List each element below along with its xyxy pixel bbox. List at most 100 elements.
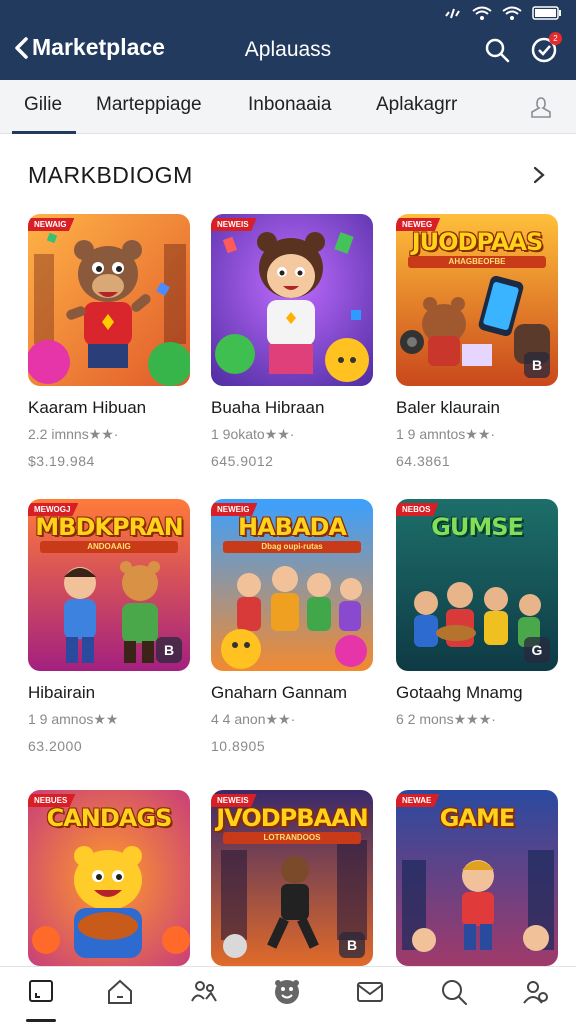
game-card[interactable]: JVODPBAAN LOTRANDOOS NEWEIS B — [211, 790, 373, 966]
game-rating: 4 4 anon★★· — [211, 711, 296, 727]
game-platform-badge: B — [156, 637, 182, 663]
tab-inbonaaia[interactable]: Inbonaaia — [248, 80, 331, 134]
back-button[interactable]: Marketplace — [12, 34, 165, 61]
new-tag: MEWOGJ — [28, 503, 79, 516]
game-card[interactable]: MBDKPRAN ANDOAAIG MEWOGJ B Hibairain 1 9… — [28, 499, 190, 754]
game-card[interactable]: NEWAIG Kaaram Hibuan 2.2 imnns★★· $3.19.… — [28, 214, 190, 469]
page-title: Aplauass — [244, 38, 332, 61]
section-see-all-button[interactable] — [530, 164, 548, 186]
nav-people[interactable] — [189, 977, 219, 1007]
game-title: Hibairain — [28, 683, 96, 702]
girl-character-icon — [211, 214, 373, 386]
chevron-right-icon — [533, 166, 545, 184]
new-tag: NEWAIG — [28, 218, 75, 231]
wifi-icon — [472, 6, 492, 20]
new-tag: NEWEIS — [211, 218, 257, 231]
game-rating: 1 9okato★★· — [211, 426, 295, 442]
mail-icon — [357, 982, 383, 1002]
notifications-button[interactable]: 2 — [530, 32, 562, 64]
game-title: Gotaahg Mnamg — [396, 683, 523, 702]
game-logo-text: GUMSE — [431, 513, 524, 541]
game-logo-subtitle: LOTRANDOOS — [223, 832, 361, 844]
tab-gilie[interactable]: Gilie — [11, 80, 77, 134]
game-title: Gnaharn Gannam — [211, 683, 348, 702]
user-icon — [531, 97, 551, 118]
new-tag: NEWEIS — [211, 794, 257, 807]
game-card[interactable]: GAME NEWAE — [396, 790, 558, 966]
bottom-navigation — [0, 966, 576, 1024]
app-header: Marketplace Aplauass 2 — [0, 0, 576, 80]
game-card[interactable]: NEWEIS Buaha Hibraan 1 9okato★★· 645.901… — [211, 214, 373, 469]
game-thumbnail[interactable]: HABADA Dbag oupi-rutas NEWEIG — [211, 499, 373, 671]
search-button[interactable] — [483, 36, 511, 64]
profile-tab-button[interactable] — [528, 94, 554, 120]
game-logo-text: CANDAGS — [46, 804, 173, 832]
search-icon — [442, 980, 467, 1005]
nav-account[interactable] — [521, 977, 551, 1007]
game-price: 645.9012 — [211, 453, 274, 469]
tab-bar: Gilie Marteppiage Inbonaaia Aplakagrr — [0, 80, 576, 134]
status-bar — [444, 4, 562, 22]
game-rating: 1 9 amntos★★· — [396, 426, 496, 442]
game-logo-text: MBDKPRAN — [35, 513, 183, 541]
game-title: Buaha Hibraan — [211, 398, 325, 417]
library-icon — [29, 980, 53, 1002]
game-price: 10.8905 — [211, 738, 266, 754]
bear-character-icon — [28, 214, 190, 386]
game-rating: 6 2 mons★★★· — [396, 711, 496, 727]
game-thumbnail[interactable]: JVODPBAAN LOTRANDOOS NEWEIS B — [211, 790, 373, 966]
new-tag: NEBUES — [28, 794, 76, 807]
back-label: Marketplace — [32, 34, 165, 60]
game-logo-text: JUODPAAS — [411, 228, 544, 256]
section-title: MARKBDIOGM — [28, 162, 193, 188]
game-rating: 1 9 amnos★★ — [28, 711, 119, 727]
nav-search[interactable] — [439, 977, 469, 1007]
nav-messages[interactable] — [355, 977, 385, 1007]
game-price: 64.3861 — [396, 453, 451, 469]
signal-icon — [445, 8, 460, 19]
people-icon — [191, 981, 217, 1002]
game-logo-subtitle: AHAGBEOFBE — [408, 256, 546, 268]
game-thumbnail[interactable]: GAME NEWAE — [396, 790, 558, 966]
new-tag: NEWEG — [396, 218, 441, 231]
game-thumbnail[interactable]: CANDAGS NEBUES — [28, 790, 190, 966]
game-logo-subtitle: ANDOAAIG — [40, 541, 178, 553]
chevron-left-icon — [15, 36, 28, 59]
game-price: 63.2000 — [28, 738, 83, 754]
game-card[interactable]: GUMSE NEBOS G Gotaahg Mnamg 6 2 mons★★★· — [396, 499, 558, 738]
new-tag: NEBOS — [396, 503, 439, 516]
game-logo-text: JVODPBAAN — [216, 804, 369, 832]
game-logo-text: GAME — [439, 804, 516, 832]
game-logo-text: HABADA — [237, 513, 347, 541]
game-card[interactable]: HABADA Dbag oupi-rutas NEWEIG Gnaharn Ga… — [211, 499, 373, 754]
emoji-icon — [275, 980, 299, 1004]
tab-aplakagrr[interactable]: Aplakagrr — [376, 80, 457, 134]
nav-library[interactable] — [26, 977, 56, 1007]
game-logo-subtitle: Dbag oupi-rutas — [223, 541, 361, 553]
game-title: Kaaram Hibuan — [28, 398, 147, 417]
new-tag: NEWEIG — [211, 503, 258, 516]
search-icon — [485, 38, 510, 63]
nav-active-indicator — [26, 1019, 56, 1022]
game-title: Baler klaurain — [396, 398, 500, 417]
game-platform-badge: G — [524, 637, 550, 663]
new-tag: NEWAE — [396, 794, 440, 807]
tab-marteppiage[interactable]: Marteppiage — [96, 80, 202, 134]
game-card[interactable]: CANDAGS NEBUES — [28, 790, 190, 966]
notification-badge: 2 — [549, 32, 562, 45]
game-platform-badge: B — [339, 932, 365, 958]
game-card[interactable]: JUODPAAS AHAGBEOFBE NEWEG B Baler klaura… — [396, 214, 558, 469]
battery-icon — [532, 6, 561, 20]
wifi-icon-2 — [502, 6, 522, 20]
home-icon — [108, 979, 132, 1004]
game-price: $3.19.984 — [28, 453, 95, 469]
game-rating: 2.2 imnns★★· — [28, 426, 119, 442]
game-thumbnail[interactable]: MBDKPRAN ANDOAAIG MEWOGJ B — [28, 499, 190, 671]
game-thumbnail[interactable]: NEWAIG — [28, 214, 190, 386]
game-thumbnail[interactable]: JUODPAAS AHAGBEOFBE NEWEG B — [396, 214, 558, 386]
nav-social[interactable] — [272, 977, 302, 1007]
game-thumbnail[interactable]: GUMSE NEBOS G — [396, 499, 558, 671]
account-icon — [523, 981, 548, 1004]
game-thumbnail[interactable]: NEWEIS — [211, 214, 373, 386]
nav-home[interactable] — [105, 977, 135, 1007]
